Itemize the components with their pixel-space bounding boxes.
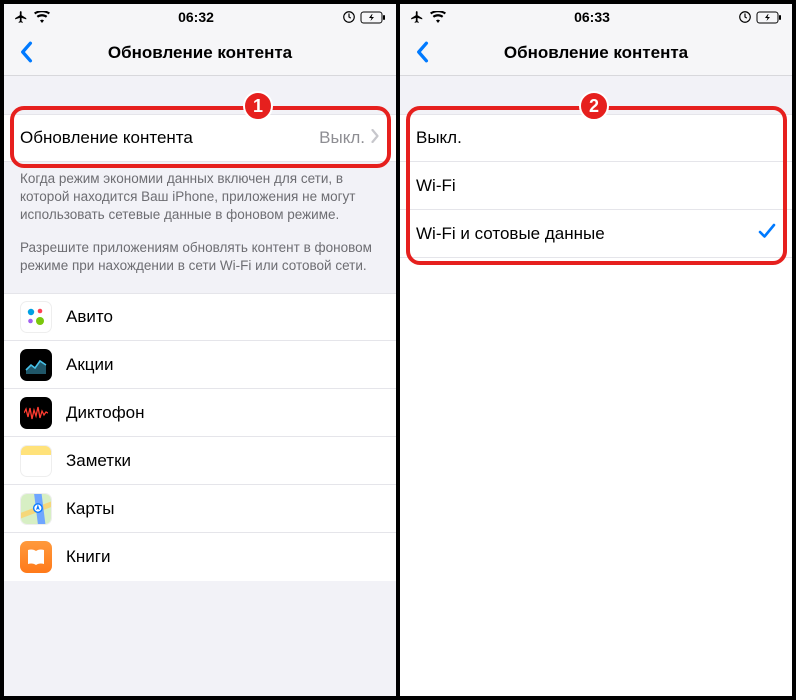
app-row-avito[interactable]: Авито [4,293,396,341]
notes-icon [20,445,52,477]
battery-charging-icon [360,11,386,24]
app-label: Заметки [66,451,380,471]
option-wifi[interactable]: Wi-Fi [400,162,792,210]
books-icon [20,541,52,573]
stocks-icon [20,349,52,381]
side-by-side-container: 06:32 Обновление контента Обновление кон… [0,0,796,700]
voice-memos-icon [20,397,52,429]
chevron-right-icon [371,128,380,148]
badge-1: 1 [243,91,273,121]
airplane-icon [14,10,28,24]
airplane-icon [410,10,424,24]
back-button[interactable] [12,38,40,66]
back-button[interactable] [408,38,436,66]
status-bar: 06:32 [4,4,396,30]
content-left: Обновление контента Выкл. Когда режим эк… [4,76,396,581]
orientation-lock-icon [342,10,356,24]
page-title: Обновление контента [108,43,292,63]
footer-text-2: Разрешите приложениям обновлять контент … [20,239,380,275]
app-label: Авито [66,307,380,327]
status-right [342,10,386,24]
app-row-notes[interactable]: Заметки [4,437,396,485]
row-value: Выкл. [319,128,365,148]
app-label: Книги [66,547,380,567]
wifi-icon [34,11,50,23]
status-left [410,10,446,24]
phone-right: 06:33 Обновление контента Выкл. Wi-Fi Wi… [400,4,792,696]
app-row-voicememos[interactable]: Диктофон [4,389,396,437]
orientation-lock-icon [738,10,752,24]
maps-icon [20,493,52,525]
option-off[interactable]: Выкл. [400,114,792,162]
app-label: Карты [66,499,380,519]
status-time: 06:33 [574,9,610,25]
blank-area [400,258,792,696]
option-label: Wi-Fi и сотовые данные [416,224,758,244]
app-label: Акции [66,355,380,375]
phone-left: 06:32 Обновление контента Обновление кон… [4,4,396,696]
status-time: 06:32 [178,9,214,25]
wifi-icon [430,11,446,23]
chevron-left-icon [19,41,33,63]
row-label: Обновление контента [20,128,319,148]
option-wifi-cellular[interactable]: Wi-Fi и сотовые данные [400,210,792,258]
app-row-books[interactable]: Книги [4,533,396,581]
section-footer: Когда режим экономии данных включен для … [4,162,396,293]
page-title: Обновление контента [504,43,688,63]
option-label: Wi-Fi [416,176,776,196]
app-row-stocks[interactable]: Акции [4,341,396,389]
status-right [738,10,782,24]
badge-2: 2 [579,91,609,121]
app-label: Диктофон [66,403,380,423]
option-label: Выкл. [416,128,776,148]
status-bar: 06:33 [400,4,792,30]
background-refresh-row[interactable]: Обновление контента Выкл. [4,114,396,162]
checkmark-icon [758,222,776,245]
nav-bar: Обновление контента [400,30,792,76]
status-left [14,10,50,24]
chevron-left-icon [415,41,429,63]
section-gap [4,76,396,114]
nav-bar: Обновление контента [4,30,396,76]
footer-text-1: Когда режим экономии данных включен для … [20,170,380,225]
battery-charging-icon [756,11,782,24]
avito-icon [20,301,52,333]
app-row-maps[interactable]: Карты [4,485,396,533]
